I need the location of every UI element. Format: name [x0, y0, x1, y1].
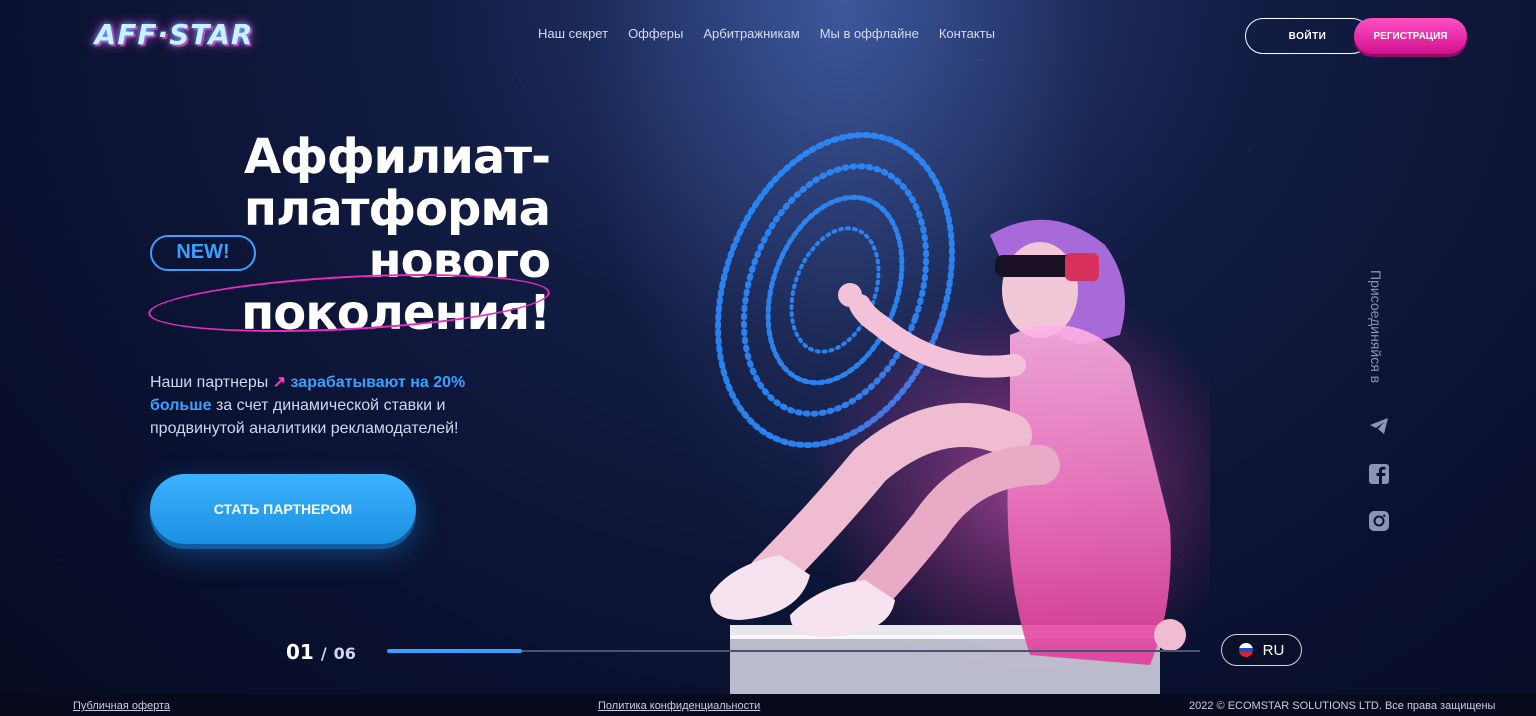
language-selector[interactable]: RU	[1221, 634, 1302, 666]
public-offer-link[interactable]: Публичная оферта	[73, 700, 170, 712]
telegram-icon[interactable]	[1369, 416, 1389, 436]
main-nav: Наш секрет Офферы Арбитражникам Мы в офф…	[538, 26, 995, 41]
background-stars	[0, 0, 1536, 716]
hero-subtitle-part-1: Наши партнеры	[150, 374, 273, 391]
slider-progress-fill	[387, 649, 522, 653]
join-us-label: Присоединяйся в	[1368, 270, 1384, 384]
language-label: RU	[1262, 641, 1285, 659]
instagram-icon[interactable]	[1369, 511, 1389, 531]
nav-item-secret[interactable]: Наш секрет	[538, 26, 608, 41]
spotlight-beam	[560, 0, 1120, 620]
slide-counter: 01 / 06	[286, 640, 356, 664]
russia-flag-icon	[1238, 643, 1253, 657]
login-button[interactable]: ВОЙТИ	[1245, 18, 1370, 54]
new-badge: NEW!	[150, 235, 256, 271]
footer: Публичная оферта Политика конфиденциальн…	[0, 694, 1536, 716]
nav-item-arbitrage[interactable]: Арбитражникам	[703, 26, 799, 41]
facebook-icon[interactable]	[1369, 464, 1389, 484]
hero-subtitle: Наши партнеры ↗ зарабатывают на 20% боль…	[150, 371, 510, 440]
slide-current: 01	[286, 640, 314, 664]
logo[interactable]: AFF·STAR	[88, 14, 260, 54]
hero-title-line-2: платформа	[243, 181, 551, 237]
become-partner-button[interactable]: СТАТЬ ПАРТНЕРОМ	[150, 474, 416, 544]
register-button[interactable]: РЕГИСТРАЦИЯ	[1354, 18, 1467, 54]
hero-title-line-1: Аффилиат-	[244, 129, 551, 185]
slide-total: 06	[333, 644, 356, 663]
nav-item-offline[interactable]: Мы в оффлайне	[820, 26, 919, 41]
hero-illustration	[710, 132, 1210, 705]
slider-progress-track[interactable]	[387, 649, 1200, 653]
arrow-up-right-icon: ↗	[272, 374, 287, 391]
nav-item-offers[interactable]: Офферы	[628, 26, 683, 41]
copyright-text: 2022 © ECOMSTAR SOLUTIONS LTD. Все права…	[1189, 700, 1496, 712]
slide-separator: /	[320, 644, 327, 663]
hero-title-line-4: поколения!	[241, 285, 551, 341]
privacy-policy-link[interactable]: Политика конфиденциальности	[598, 700, 760, 712]
nav-item-contacts[interactable]: Контакты	[939, 26, 995, 41]
